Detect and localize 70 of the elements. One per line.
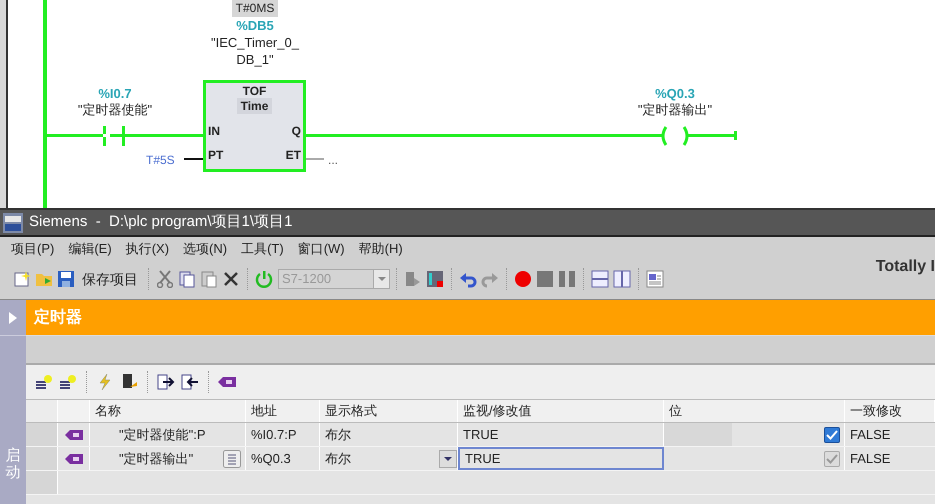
instance-name: DB_1" bbox=[236, 51, 274, 68]
section-title: 定时器 bbox=[34, 307, 82, 328]
menu-item[interactable]: 帮助(H) bbox=[358, 239, 403, 259]
bit-cell-shade bbox=[664, 423, 732, 446]
expand-arrow-icon[interactable] bbox=[9, 312, 17, 324]
dropdown-caret-icon bbox=[373, 270, 389, 288]
contact-address: %I0.7 bbox=[98, 86, 132, 102]
list-icon[interactable] bbox=[223, 450, 241, 468]
column-header[interactable]: 位 bbox=[664, 400, 845, 422]
column-header[interactable]: 一致修改 bbox=[845, 400, 935, 422]
pt-value: T#5S bbox=[146, 152, 175, 169]
pin-label: ET bbox=[286, 147, 301, 164]
tag-icon bbox=[64, 430, 82, 440]
panel-icon[interactable] bbox=[425, 269, 445, 289]
table-cell-text: 布尔 bbox=[325, 450, 351, 468]
table-cell-text: %I0.7:P bbox=[251, 426, 297, 444]
preset-value: T#0MS bbox=[232, 0, 278, 17]
insert-row-icon[interactable] bbox=[58, 372, 78, 392]
document-icon[interactable] bbox=[645, 269, 665, 289]
menu-item[interactable]: 执行(X) bbox=[126, 239, 170, 259]
menu-item[interactable]: 窗口(W) bbox=[298, 239, 345, 259]
contact-tag: "定时器使能" bbox=[78, 102, 152, 118]
pin-label: Q bbox=[292, 123, 301, 140]
pause-icon[interactable] bbox=[557, 269, 577, 289]
window-title: Siemens - D:\plc program\项目1\项目1 bbox=[29, 212, 292, 232]
new-project-icon[interactable] bbox=[12, 269, 32, 289]
split-vertical-icon[interactable] bbox=[612, 269, 632, 289]
block-type: TOF bbox=[242, 84, 266, 98]
menu-item[interactable]: 选项(N) bbox=[183, 239, 228, 259]
record-icon[interactable] bbox=[513, 269, 533, 289]
add-row-icon[interactable] bbox=[34, 372, 54, 392]
tag-icon bbox=[64, 454, 82, 464]
export-icon[interactable] bbox=[156, 372, 176, 392]
menu-item[interactable]: 工具(T) bbox=[241, 239, 284, 259]
save-project-button[interactable]: 保存项目 bbox=[78, 268, 142, 290]
import-icon[interactable] bbox=[180, 372, 200, 392]
side-label: 启动 bbox=[6, 448, 20, 481]
block-subtype: Time bbox=[236, 98, 272, 114]
et-wire bbox=[306, 158, 324, 161]
pin-label: IN bbox=[208, 123, 220, 140]
column-header[interactable]: 名称 bbox=[90, 400, 246, 422]
table-cell-text: FALSE bbox=[850, 426, 890, 444]
et-value: ... bbox=[328, 152, 338, 169]
coil-address: %Q0.3 bbox=[655, 86, 695, 102]
instance-name: "IEC_Timer_0_ bbox=[211, 34, 299, 51]
table-cell-text: 布尔 bbox=[325, 426, 351, 444]
copy-icon[interactable] bbox=[177, 269, 197, 289]
split-horizontal-icon[interactable] bbox=[590, 269, 610, 289]
table-cell-text: FALSE bbox=[850, 450, 890, 468]
pt-wire bbox=[184, 158, 203, 161]
column-header[interactable]: 地址 bbox=[246, 400, 320, 422]
contact-drawing bbox=[103, 126, 127, 146]
save-icon[interactable] bbox=[56, 269, 76, 289]
value-cell[interactable]: TRUE bbox=[458, 447, 664, 470]
table-cell-text: %Q0.3 bbox=[251, 450, 291, 468]
paste-icon[interactable] bbox=[199, 269, 219, 289]
checkbox[interactable] bbox=[824, 426, 840, 442]
column-header[interactable]: 显示格式 bbox=[320, 400, 458, 422]
stop-icon[interactable] bbox=[535, 269, 555, 289]
pin-label: PT bbox=[208, 147, 224, 164]
product-name: Totally I bbox=[876, 257, 935, 277]
scissors-icon[interactable] bbox=[155, 269, 175, 289]
db-address: %DB5 bbox=[236, 17, 274, 34]
menu-item[interactable]: 项目(P) bbox=[11, 239, 54, 259]
column-header[interactable]: 监视/修改值 bbox=[458, 400, 664, 422]
table-cell-text: "定时器输出" bbox=[119, 450, 194, 468]
dropdown-caret-icon[interactable] bbox=[439, 450, 457, 468]
menu-item[interactable]: 编辑(E) bbox=[68, 239, 112, 259]
coil-tag: "定时器输出" bbox=[638, 102, 712, 118]
table-cell-text: "定时器使能":P bbox=[119, 426, 206, 444]
